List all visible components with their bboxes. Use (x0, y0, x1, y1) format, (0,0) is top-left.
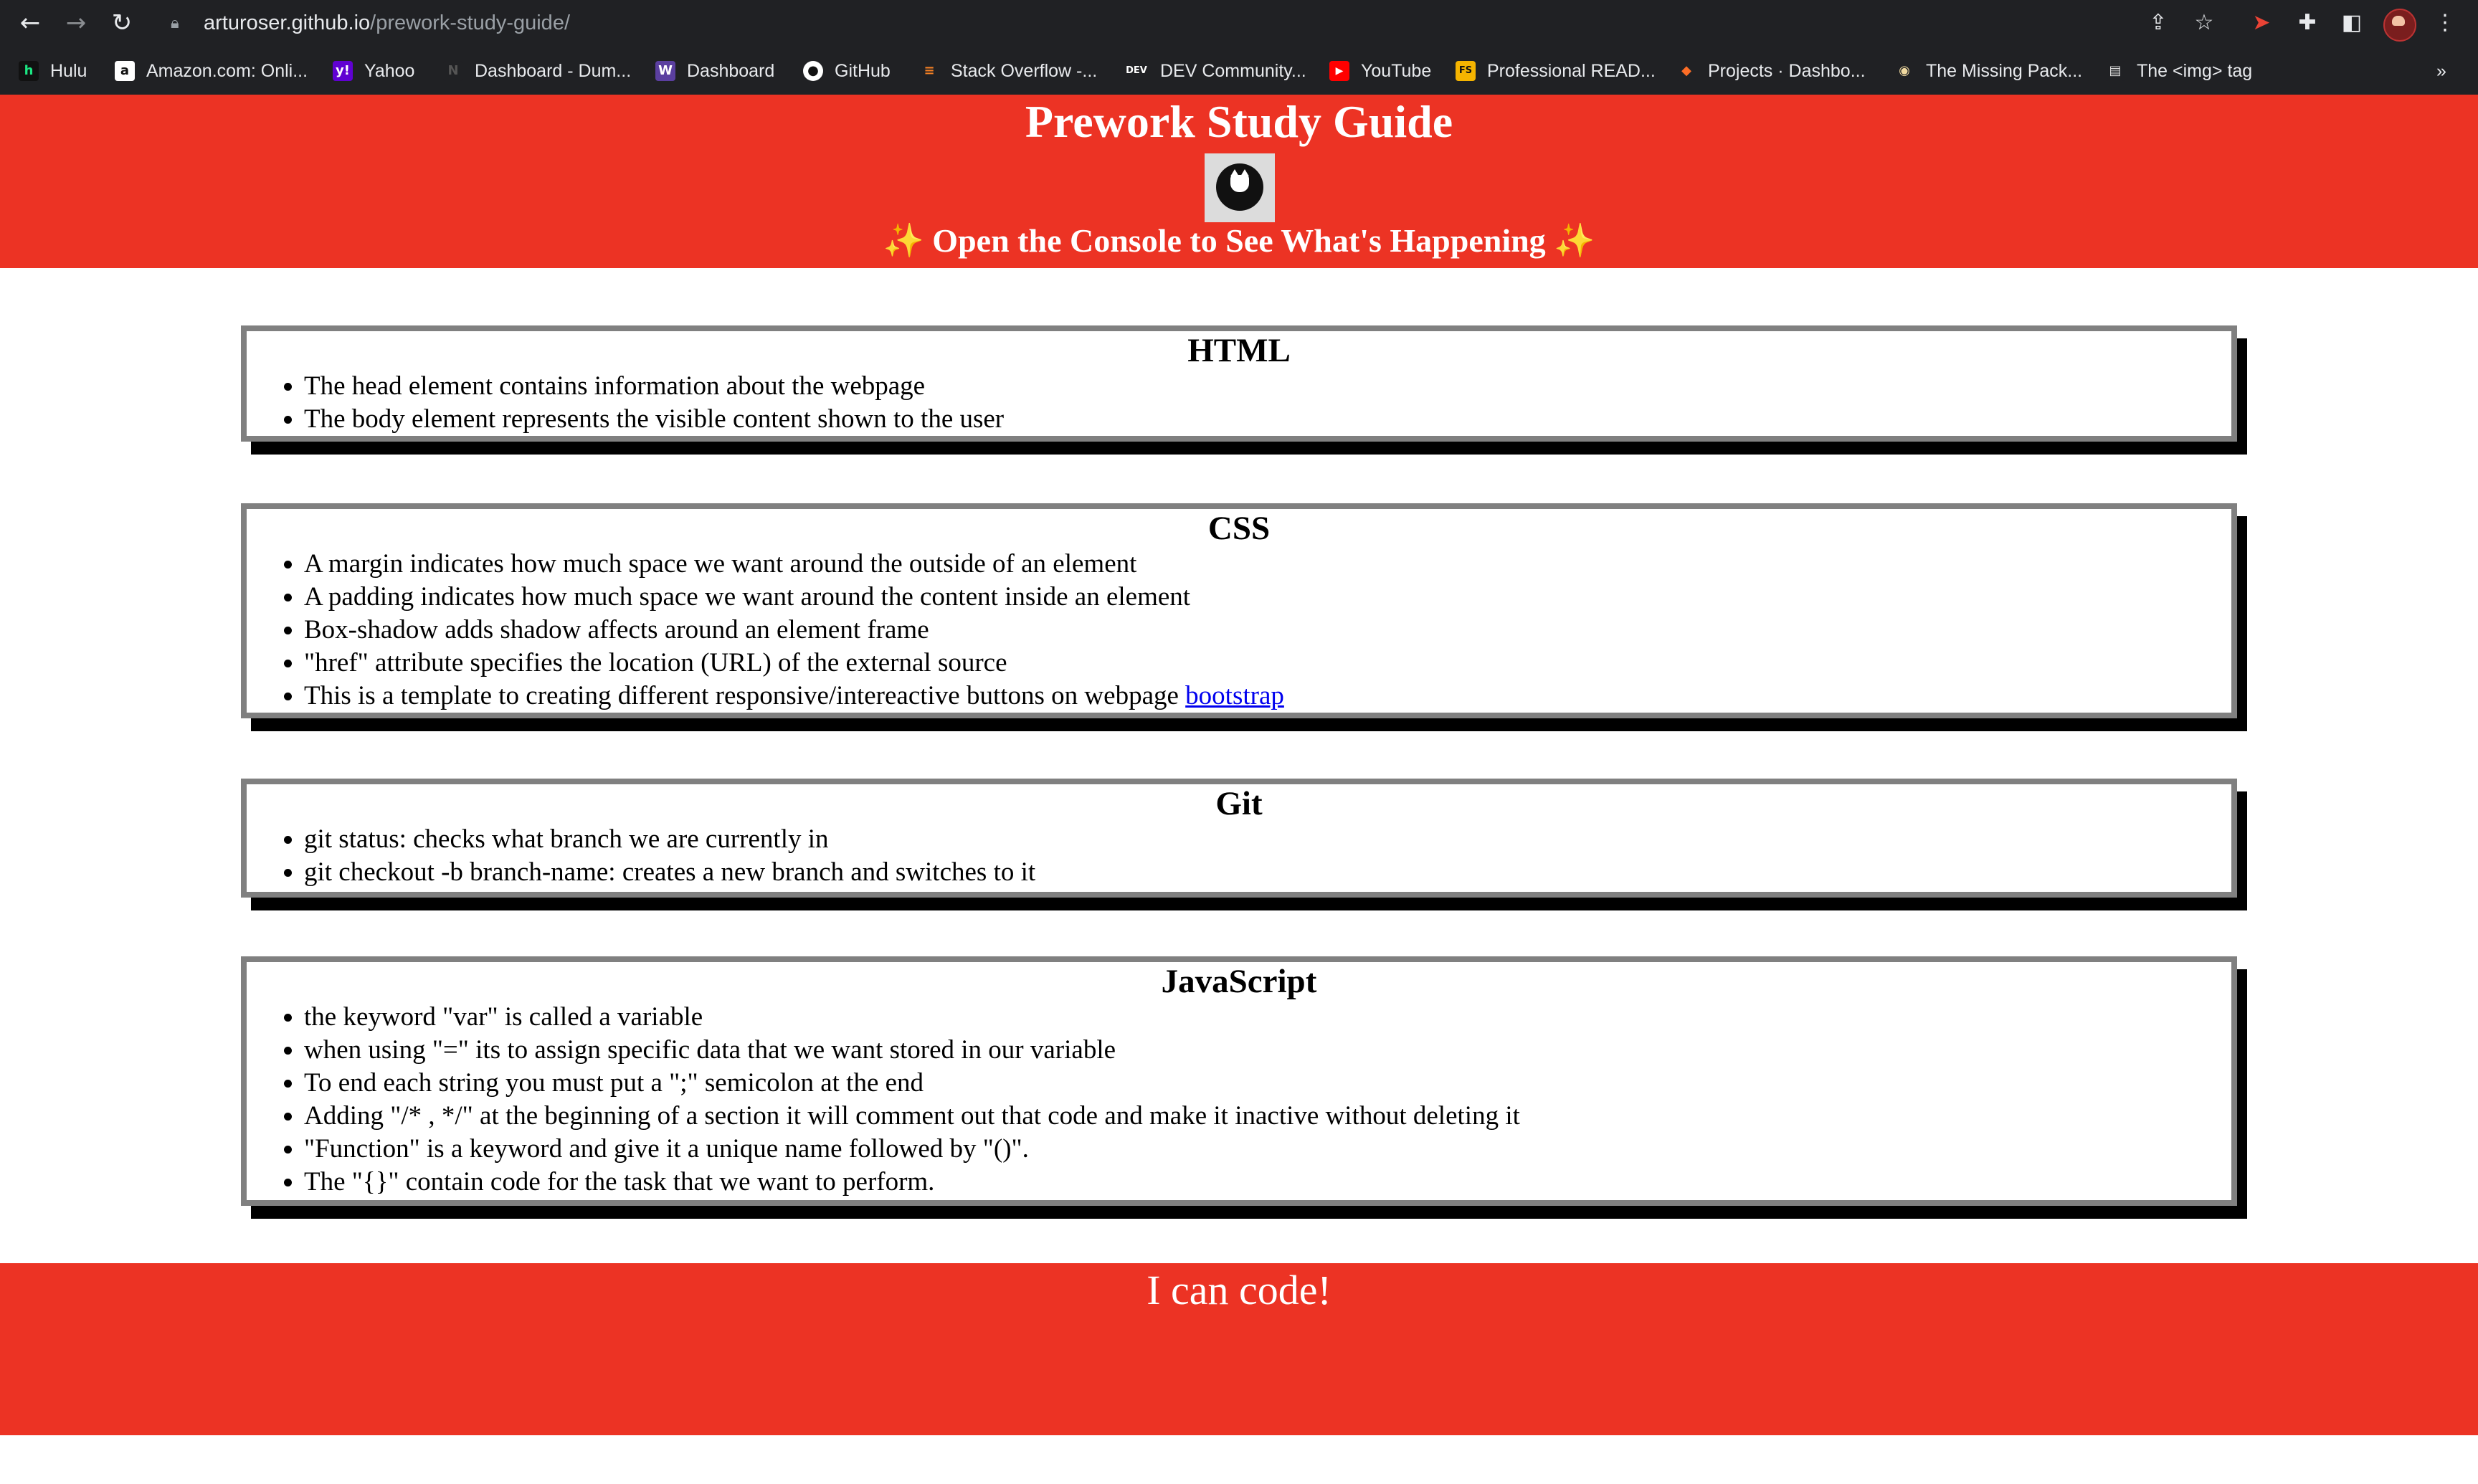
share-icon[interactable]: ⇪ (2141, 6, 2175, 40)
gitlab-icon: ◆ (1676, 61, 1696, 81)
cat-face (1230, 169, 1249, 192)
bookmark-label: Dashboard (687, 60, 775, 81)
url-text: arturoser.github.io/prework-study-guide/ (204, 3, 570, 43)
list-item: The head element contains information ab… (304, 370, 2231, 403)
list-item-text: This is a template to creating different… (304, 681, 1186, 710)
dashboard-icon: N (443, 61, 463, 81)
bookmark-label: DEV Community... (1160, 60, 1306, 81)
section-list: The head element contains information ab… (247, 370, 2231, 436)
bookmark-amazon[interactable]: a Amazon.com: Onli... (115, 50, 308, 92)
extension-arrow-icon[interactable]: ➤ (2244, 6, 2279, 40)
list-item: "Function" is a keyword and give it a un… (304, 1133, 2231, 1166)
bookmark-hulu[interactable]: h Hulu (19, 50, 87, 92)
extensions-puzzle-icon[interactable]: ✚ (2290, 6, 2325, 40)
amazon-icon: a (115, 61, 135, 81)
bookmark-label: YouTube (1361, 60, 1432, 81)
list-item: Box-shadow adds shadow affects around an… (304, 614, 2231, 647)
stackoverflow-icon: ≡ (919, 61, 939, 81)
bookmark-label: The Missing Pack... (1926, 60, 2083, 81)
list-item: The "{}" contain code for the task that … (304, 1166, 2231, 1199)
git-section: Git git status: checks what branch we ar… (241, 779, 2237, 898)
bookmark-label: Stack Overflow -... (951, 60, 1098, 81)
bookmark-label: Amazon.com: Onli... (146, 60, 308, 81)
bookmark-label: Yahoo (364, 60, 415, 81)
list-item: git checkout -b branch-name: creates a n… (304, 856, 2231, 889)
bookmark-professional-readme[interactable]: FS Professional READ... (1456, 50, 1656, 92)
bookmark-dashboard-dum[interactable]: N Dashboard - Dum... (443, 50, 631, 92)
logo-image (1205, 153, 1275, 222)
list-item: To end each string you must put a ";" se… (304, 1067, 2231, 1100)
javascript-section: JavaScript the keyword "var" is called a… (241, 956, 2237, 1206)
fs-icon: FS (1456, 61, 1476, 81)
img-tag-icon: ▤ (2105, 61, 2125, 81)
lock-icon: 🔒︎ (171, 14, 179, 32)
bookmark-label: Projects · Dashbo... (1708, 60, 1866, 81)
w-dashboard-icon: W (655, 61, 675, 81)
list-item: A margin indicates how much space we wan… (304, 548, 2231, 581)
cat-logo-icon (1216, 163, 1263, 211)
list-item: when using "=" its to assign specific da… (304, 1034, 2231, 1067)
bookmark-label: GitHub (835, 60, 891, 81)
profile-avatar[interactable] (2383, 9, 2416, 42)
yahoo-icon: y! (333, 61, 353, 81)
list-item: the keyword "var" is called a variable (304, 1001, 2231, 1034)
list-item: "href" attribute specifies the location … (304, 647, 2231, 680)
list-item: A padding indicates how much space we wa… (304, 581, 2231, 614)
more-menu-icon[interactable]: ⋮ (2428, 6, 2462, 40)
list-item-bootstrap: This is a template to creating different… (304, 680, 2231, 713)
section-list: A margin indicates how much space we wan… (247, 548, 2231, 713)
browser-toolbar: ← → ↻ 🔒︎ arturoser.github.io/prework-stu… (0, 0, 2478, 46)
html-section: HTML The head element contains informati… (241, 325, 2237, 442)
bookmark-dashboard-w[interactable]: W Dashboard (655, 50, 774, 92)
bookmark-gitlab-projects[interactable]: ◆ Projects · Dashbo... (1676, 50, 1866, 92)
list-item: git status: checks what branch we are cu… (304, 823, 2231, 856)
github-icon: ● (803, 61, 823, 81)
section-list: the keyword "var" is called a variable w… (247, 1001, 2231, 1199)
page-title: Prework Study Guide (1025, 96, 1453, 147)
url-path: /prework-study-guide/ (370, 11, 570, 34)
footer-text: I can code! (1147, 1267, 1331, 1313)
bookmark-stackoverflow[interactable]: ≡ Stack Overflow -... (919, 50, 1097, 92)
bookmark-youtube[interactable]: ▶ YouTube (1329, 50, 1431, 92)
url-host: arturoser.github.io (204, 11, 371, 34)
bookmark-img-tag[interactable]: ▤ The <img> tag (2105, 50, 2252, 92)
css-section: CSS A margin indicates how much space we… (241, 503, 2237, 718)
back-icon[interactable]: ← (13, 6, 47, 40)
bookmark-dev[interactable]: DEV DEV Community... (1124, 50, 1306, 92)
address-bar[interactable]: 🔒︎ arturoser.github.io/prework-study-gui… (162, 3, 2313, 43)
bookmark-label: Professional READ... (1487, 60, 1656, 81)
bookmark-label: Hulu (50, 60, 87, 81)
bookmark-yahoo[interactable]: y! Yahoo (333, 50, 414, 92)
bookmark-missing-pack[interactable]: ◉ The Missing Pack... (1894, 50, 2082, 92)
dev-icon: DEV (1124, 61, 1149, 81)
bookmarks-bar: h Hulu a Amazon.com: Onli... y! Yahoo N … (0, 50, 2478, 92)
bookmark-github[interactable]: ● GitHub (803, 50, 891, 92)
page-footer: I can code! (0, 1263, 2478, 1435)
section-heading: JavaScript (1161, 963, 1317, 1000)
youtube-icon: ▶ (1329, 61, 1349, 81)
bookmarks-overflow-button[interactable]: » (2436, 50, 2446, 92)
overflow-label: » (2436, 60, 2446, 81)
list-item: The body element represents the visible … (304, 403, 2231, 436)
page-header: Prework Study Guide ✨ Open the Console t… (0, 95, 2478, 268)
list-item: Adding "/* , */" at the beginning of a s… (304, 1100, 2231, 1133)
bootstrap-link[interactable]: bootstrap (1185, 681, 1284, 710)
hulu-icon: h (19, 61, 39, 81)
bookmark-label: The <img> tag (2137, 60, 2253, 81)
section-heading: HTML (1187, 332, 1291, 369)
bookmark-star-icon[interactable]: ☆ (2187, 6, 2221, 40)
missing-pack-icon: ◉ (1894, 61, 1914, 81)
reload-icon[interactable]: ↻ (105, 6, 139, 40)
forward-icon[interactable]: → (59, 6, 93, 40)
side-panel-icon[interactable]: ◧ (2335, 6, 2369, 40)
section-heading: CSS (1207, 510, 1271, 547)
section-list: git status: checks what branch we are cu… (247, 823, 2231, 889)
browser-chrome: ← → ↻ 🔒︎ arturoser.github.io/prework-stu… (0, 0, 2478, 95)
section-heading: Git (1215, 785, 1263, 822)
page-subtitle: ✨ Open the Console to See What's Happeni… (883, 222, 1595, 259)
bookmark-label: Dashboard - Dum... (475, 60, 632, 81)
